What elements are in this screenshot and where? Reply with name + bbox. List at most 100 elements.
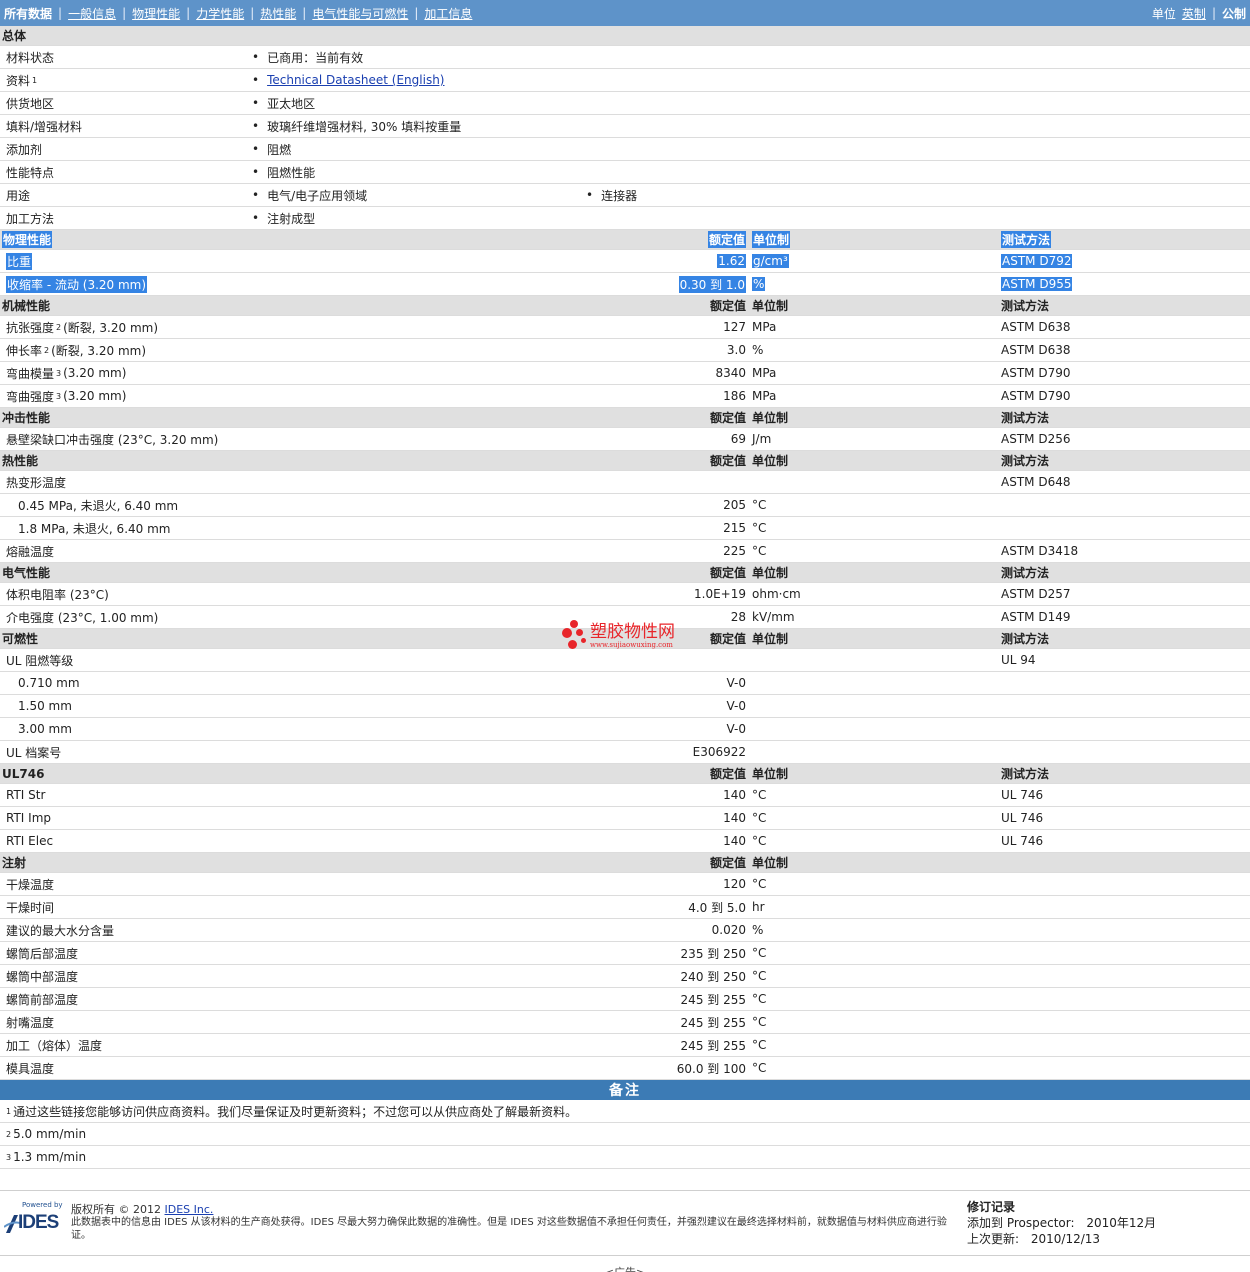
- property-condition: (断裂, 3.20 mm): [63, 320, 159, 335]
- nav-item-4[interactable]: 热性能: [260, 5, 296, 22]
- nav-separator: |: [58, 6, 63, 20]
- property-test-method-text: UL 746: [1001, 811, 1044, 825]
- property-label-text: 射嘴温度: [6, 1015, 55, 1030]
- property-value: 235 到 250: [681, 942, 746, 964]
- property-value: 140: [723, 830, 746, 852]
- datasheet-link[interactable]: Technical Datasheet (English): [267, 73, 444, 87]
- property-label: 螺筒前部温度: [6, 988, 78, 1010]
- row-value: 阻燃性能: [252, 161, 315, 183]
- property-unit: g/cm³: [752, 250, 789, 272]
- nav-item-6[interactable]: 加工信息: [424, 5, 472, 22]
- ides-inc-link[interactable]: IDES Inc.: [165, 1203, 214, 1216]
- section-title: 可燃性: [2, 629, 38, 648]
- section-title: 总体: [2, 29, 27, 43]
- unit-switcher: 单位 英制 | 公制: [1146, 5, 1246, 22]
- property-row: 螺筒后部温度 235 到 250 °C: [0, 942, 1250, 965]
- powered-by-label: Powered by: [22, 1201, 63, 1209]
- property-value-text: 140: [723, 834, 746, 848]
- property-test-method: ASTM D149: [1001, 606, 1070, 628]
- property-unit-text: °C: [752, 946, 767, 960]
- ides-logo-text: IDES: [18, 1212, 59, 1233]
- property-label: 收缩率 - 流动 (3.20 mm): [6, 273, 148, 295]
- datasheet-body: 总体材料状态 已商用：当前有效资料1 Technical Datasheet (En…: [0, 26, 1250, 1080]
- property-value-text: 205: [723, 498, 746, 512]
- property-value-text: 245 到 255: [680, 1038, 746, 1053]
- section-header: 电气性能 额定值 单位制 测试方法: [0, 563, 1250, 583]
- property-row: 1.8 MPa, 未退火, 6.40 mm 215 °C: [0, 517, 1250, 540]
- property-value: 225: [723, 540, 746, 562]
- property-label: RTI Imp: [6, 807, 51, 829]
- row-label: 添加剂: [6, 138, 42, 160]
- property-test-method: ASTM D257: [1001, 583, 1070, 605]
- property-test-method-text: UL 94: [1001, 653, 1036, 667]
- property-unit: %: [752, 919, 763, 941]
- property-value-text: 127: [723, 320, 746, 334]
- footnote-ref: 2: [56, 322, 62, 332]
- property-unit: MPa: [752, 362, 776, 384]
- property-row: RTI Elec 140 °C UL 746: [0, 830, 1250, 853]
- property-label-text: 加工（熔体）温度: [6, 1038, 103, 1053]
- section-title-text: 热性能: [2, 454, 39, 468]
- unit-imperial-link[interactable]: 英制: [1182, 5, 1206, 22]
- property-value: 1.62: [717, 250, 746, 272]
- property-value-text: 4.0 到 5.0: [688, 900, 746, 915]
- property-test-method: ASTM D790: [1001, 362, 1070, 384]
- property-label-text: 1.50 mm: [18, 699, 72, 713]
- property-unit: °C: [752, 873, 766, 895]
- property-value: 240 到 250: [681, 965, 746, 987]
- col-header-test-text: 测试方法: [1001, 299, 1050, 313]
- section-title-text: 物理性能: [2, 231, 53, 248]
- property-value-text: 1.62: [717, 254, 746, 268]
- property-value: 127: [723, 316, 746, 338]
- property-test-method-text: ASTM D638: [1001, 343, 1071, 357]
- note-number: 1: [6, 1106, 12, 1116]
- property-unit: %: [752, 339, 763, 361]
- property-unit: °C: [752, 1034, 766, 1056]
- property-condition: (3.20 mm): [63, 366, 127, 380]
- property-row: 0.710 mm V-0: [0, 672, 1250, 695]
- col-header-test: 测试方法: [1001, 563, 1049, 582]
- property-unit: °C: [752, 540, 766, 562]
- col-header-unit-text: 单位制: [752, 299, 789, 313]
- nav-item-5[interactable]: 电气性能与可燃性: [312, 5, 408, 22]
- property-unit: MPa: [752, 385, 776, 407]
- notes-header: 备注: [0, 1080, 1250, 1100]
- property-unit: kV/mm: [752, 606, 795, 628]
- property-row: 伸长率 2 (断裂, 3.20 mm) 3.0% ASTM D638: [0, 339, 1250, 362]
- col-header-unit-text: 单位制: [752, 566, 789, 580]
- updated-label: 上次更新:: [967, 1232, 1020, 1246]
- property-value-text: 140: [723, 811, 746, 825]
- col-header-test: 测试方法: [1001, 451, 1049, 470]
- property-label: 干燥温度: [6, 873, 54, 895]
- property-unit: %: [752, 273, 766, 295]
- property-label: 3.00 mm: [18, 718, 72, 740]
- property-label: 螺筒中部温度: [6, 965, 78, 987]
- section-title: 机械性能: [2, 296, 50, 315]
- property-value-text: 240 到 250: [680, 969, 746, 984]
- property-value: 60.0 到 100: [677, 1057, 746, 1079]
- property-row: 弯曲强度 3 (3.20 mm) 186 MPa ASTM D790: [0, 385, 1250, 408]
- nav-item-2[interactable]: 物理性能: [132, 5, 180, 22]
- nav-separator: |: [302, 6, 307, 20]
- note-number: 2: [6, 1129, 12, 1139]
- property-row: 干燥温度 120 °C: [0, 873, 1250, 896]
- nav-item-3[interactable]: 力学性能: [196, 5, 244, 22]
- property-row: 热变形温度 ASTM D648: [0, 471, 1250, 494]
- property-label: 干燥时间: [6, 896, 54, 918]
- section-title-text: 冲击性能: [2, 411, 51, 425]
- property-label: 熔融温度: [6, 540, 54, 562]
- property-value-text: 28: [730, 610, 746, 624]
- row-label-text: 材料状态: [6, 50, 55, 65]
- property-label-text: 收缩率 - 流动 (3.20 mm): [6, 275, 148, 293]
- nav-item-1[interactable]: 一般信息: [68, 5, 116, 22]
- property-value-text: 8340: [715, 366, 746, 380]
- row-label-text: 用途: [6, 188, 31, 203]
- ides-logo[interactable]: Powered by IDES: [4, 1201, 64, 1239]
- property-label-text: 悬壁梁缺口冲击强度 (23°C, 3.20 mm): [6, 432, 219, 447]
- property-unit-text: °C: [752, 834, 767, 848]
- revision-history: 修订记录 添加到 Prospector: 2010年12月 上次更新: 2010…: [967, 1199, 1156, 1247]
- property-row: 弯曲模量 3 (3.20 mm) 8340 MPa ASTM D790: [0, 362, 1250, 385]
- property-label-text: 1.8 MPa, 未退火, 6.40 mm: [18, 521, 171, 536]
- col-header-nominal-text: 额定值: [707, 231, 746, 248]
- property-label-text: 抗张强度: [6, 320, 55, 335]
